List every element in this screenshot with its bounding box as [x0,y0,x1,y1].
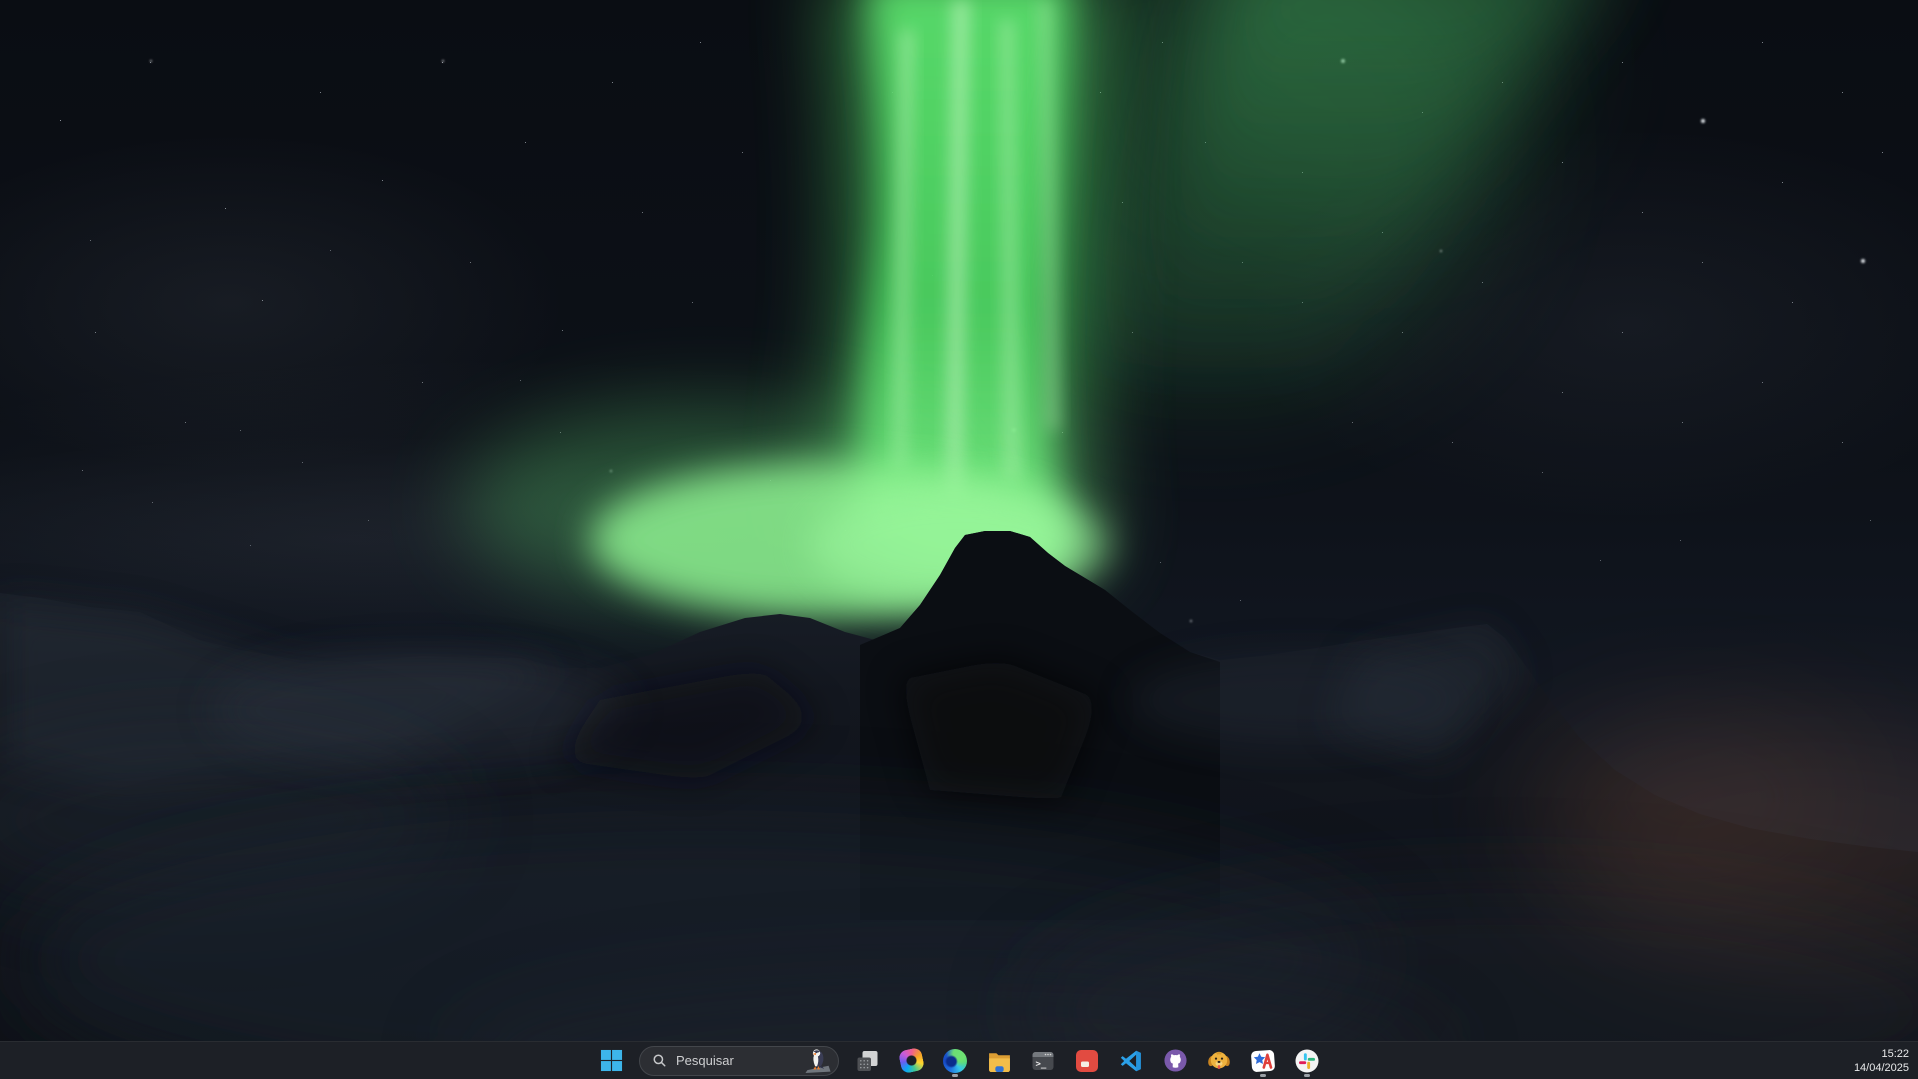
vscode-button[interactable] [1111,1044,1151,1078]
svg-text:>_: >_ [1036,1059,1047,1069]
github-octocat-icon [1163,1048,1188,1073]
dog-face-icon [1206,1048,1232,1074]
wallpaper-aurora-mountains [0,0,1918,1079]
edge-icon [943,1049,967,1073]
red-app-button[interactable] [1067,1044,1107,1078]
windows-logo-icon [600,1049,623,1072]
red-app-icon [1075,1049,1099,1073]
slack-icon [1294,1048,1320,1074]
puffin-bird-image [802,1047,834,1074]
terminal-button[interactable]: >_ [1023,1044,1063,1078]
dog-app-button[interactable] [1199,1044,1239,1078]
file-explorer-button[interactable] [979,1044,1019,1078]
running-indicator [1260,1074,1266,1077]
terminal-icon: >_ [1031,1049,1055,1073]
github-desktop-button[interactable] [1155,1044,1195,1078]
clock-date: 14/04/2025 [1854,1061,1909,1075]
vscode-icon [1119,1049,1143,1073]
task-view-icon [856,1049,879,1072]
search-placeholder-text: Pesquisar [676,1053,734,1068]
copilot-icon [897,1047,924,1074]
taskbar: Pesquisar [0,1041,1918,1079]
copilot-button[interactable] [891,1044,931,1078]
folder-icon [987,1049,1012,1072]
clock-time: 15:22 [1854,1047,1909,1061]
taskbar-center-group: Pesquisar [591,1042,1327,1079]
star-a-icon [1250,1048,1276,1074]
desktop-screen: Pesquisar [0,0,1918,1079]
task-view-button[interactable] [847,1044,887,1078]
search-icon [652,1053,667,1068]
taskbar-clock[interactable]: 15:22 14/04/2025 [1854,1047,1909,1075]
running-indicator [952,1074,958,1077]
start-button[interactable] [591,1044,631,1078]
running-indicator [1304,1074,1310,1077]
star-app-button[interactable] [1243,1044,1283,1078]
search-input[interactable]: Pesquisar [639,1046,839,1076]
edge-button[interactable] [935,1044,975,1078]
slack-button[interactable] [1287,1044,1327,1078]
